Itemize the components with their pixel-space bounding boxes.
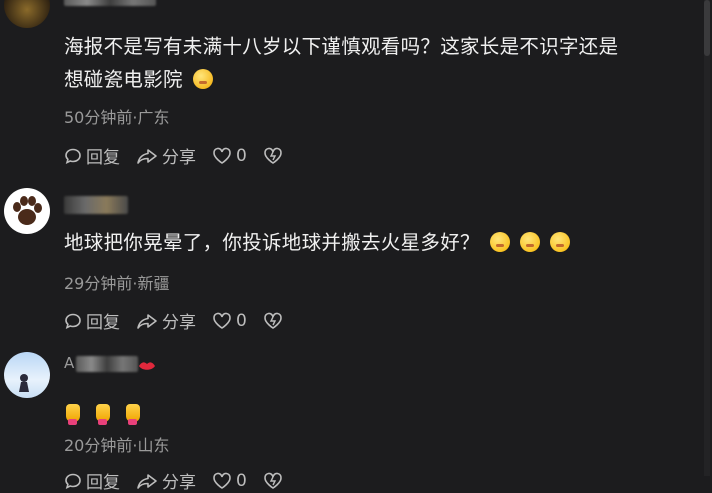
share-label: 分享 bbox=[162, 473, 196, 493]
reply-button[interactable]: 回复 bbox=[64, 308, 120, 333]
comment-actions: 回复 分享 0 bbox=[64, 308, 303, 333]
scrollbar-thumb[interactable] bbox=[704, 0, 710, 56]
heart-icon bbox=[213, 147, 231, 164]
dislike-button[interactable] bbox=[263, 147, 287, 165]
username-initial[interactable]: A bbox=[64, 354, 74, 372]
hand-heart-emoji-icon bbox=[126, 404, 140, 425]
share-label: 分享 bbox=[162, 313, 196, 333]
like-button[interactable]: 0 bbox=[212, 146, 247, 166]
comment-bubble-icon bbox=[65, 148, 81, 164]
reply-button[interactable]: 回复 bbox=[64, 143, 120, 168]
reply-label: 回复 bbox=[86, 148, 120, 168]
heart-icon bbox=[213, 312, 231, 329]
share-button[interactable]: 分享 bbox=[136, 468, 196, 493]
comment-bubble-icon bbox=[65, 313, 81, 329]
username-blurred[interactable] bbox=[64, 0, 156, 6]
broken-heart-icon bbox=[264, 312, 282, 329]
share-label: 分享 bbox=[162, 148, 196, 168]
broken-heart-icon bbox=[264, 472, 282, 489]
hand-heart-emoji-icon bbox=[96, 404, 110, 425]
girl-avatar-icon bbox=[19, 374, 29, 392]
share-arrow-icon bbox=[137, 313, 157, 329]
dislike-button[interactable] bbox=[263, 312, 287, 330]
like-count: 0 bbox=[236, 470, 247, 491]
share-arrow-icon bbox=[137, 148, 157, 164]
scrollbar[interactable] bbox=[704, 0, 710, 476]
comment-meta: 29分钟前·新疆 bbox=[64, 274, 170, 293]
avatar[interactable] bbox=[4, 352, 50, 398]
comment-meta: 20分钟前·山东 bbox=[64, 436, 170, 455]
heart-icon bbox=[213, 472, 231, 489]
reply-label: 回复 bbox=[86, 313, 120, 333]
kissing-emoji-icon bbox=[489, 232, 510, 252]
like-count: 0 bbox=[236, 310, 247, 331]
comment-meta: 50分钟前·广东 bbox=[64, 108, 170, 127]
share-button[interactable]: 分享 bbox=[136, 143, 196, 168]
rofl-emoji-icon bbox=[192, 69, 213, 89]
comment-text-line: 地球把你晃晕了，你投诉地球并搬去火星多好？ bbox=[64, 231, 480, 254]
avatar[interactable] bbox=[4, 0, 50, 28]
hand-heart-emoji-icon bbox=[66, 404, 80, 425]
username-blurred[interactable] bbox=[76, 356, 138, 372]
share-button[interactable]: 分享 bbox=[136, 308, 196, 333]
kissing-emoji-icon bbox=[549, 232, 570, 252]
kissing-emoji-icon bbox=[519, 232, 540, 252]
emoji-row bbox=[66, 404, 156, 427]
comment-actions: 回复 分享 0 bbox=[64, 468, 303, 493]
broken-heart-icon bbox=[264, 147, 282, 164]
red-lips-icon bbox=[139, 362, 155, 370]
avatar[interactable] bbox=[4, 188, 50, 234]
comment-actions: 回复 分享 0 bbox=[64, 143, 303, 168]
comment-text: 海报不是写有未满十八岁以下谨慎观看吗？这家长是不识字还是 想碰瓷电影院 bbox=[64, 30, 694, 96]
comment-text-line-2: 想碰瓷电影院 bbox=[64, 68, 183, 91]
like-button[interactable]: 0 bbox=[212, 471, 247, 491]
comment-text: 地球把你晃晕了，你投诉地球并搬去火星多好？ bbox=[64, 226, 694, 259]
username-blurred[interactable] bbox=[64, 196, 128, 214]
comment-bubble-icon bbox=[65, 473, 81, 489]
like-count: 0 bbox=[236, 145, 247, 166]
like-button[interactable]: 0 bbox=[212, 311, 247, 331]
comment-text-line: 海报不是写有未满十八岁以下谨慎观看吗？这家长是不识字还是 bbox=[64, 35, 619, 58]
paw-avatar-icon bbox=[13, 196, 42, 225]
reply-button[interactable]: 回复 bbox=[64, 468, 120, 493]
dislike-button[interactable] bbox=[263, 472, 287, 490]
reply-label: 回复 bbox=[86, 473, 120, 493]
share-arrow-icon bbox=[137, 473, 157, 489]
comment-text-line: 想碰瓷电影院 bbox=[64, 63, 694, 96]
